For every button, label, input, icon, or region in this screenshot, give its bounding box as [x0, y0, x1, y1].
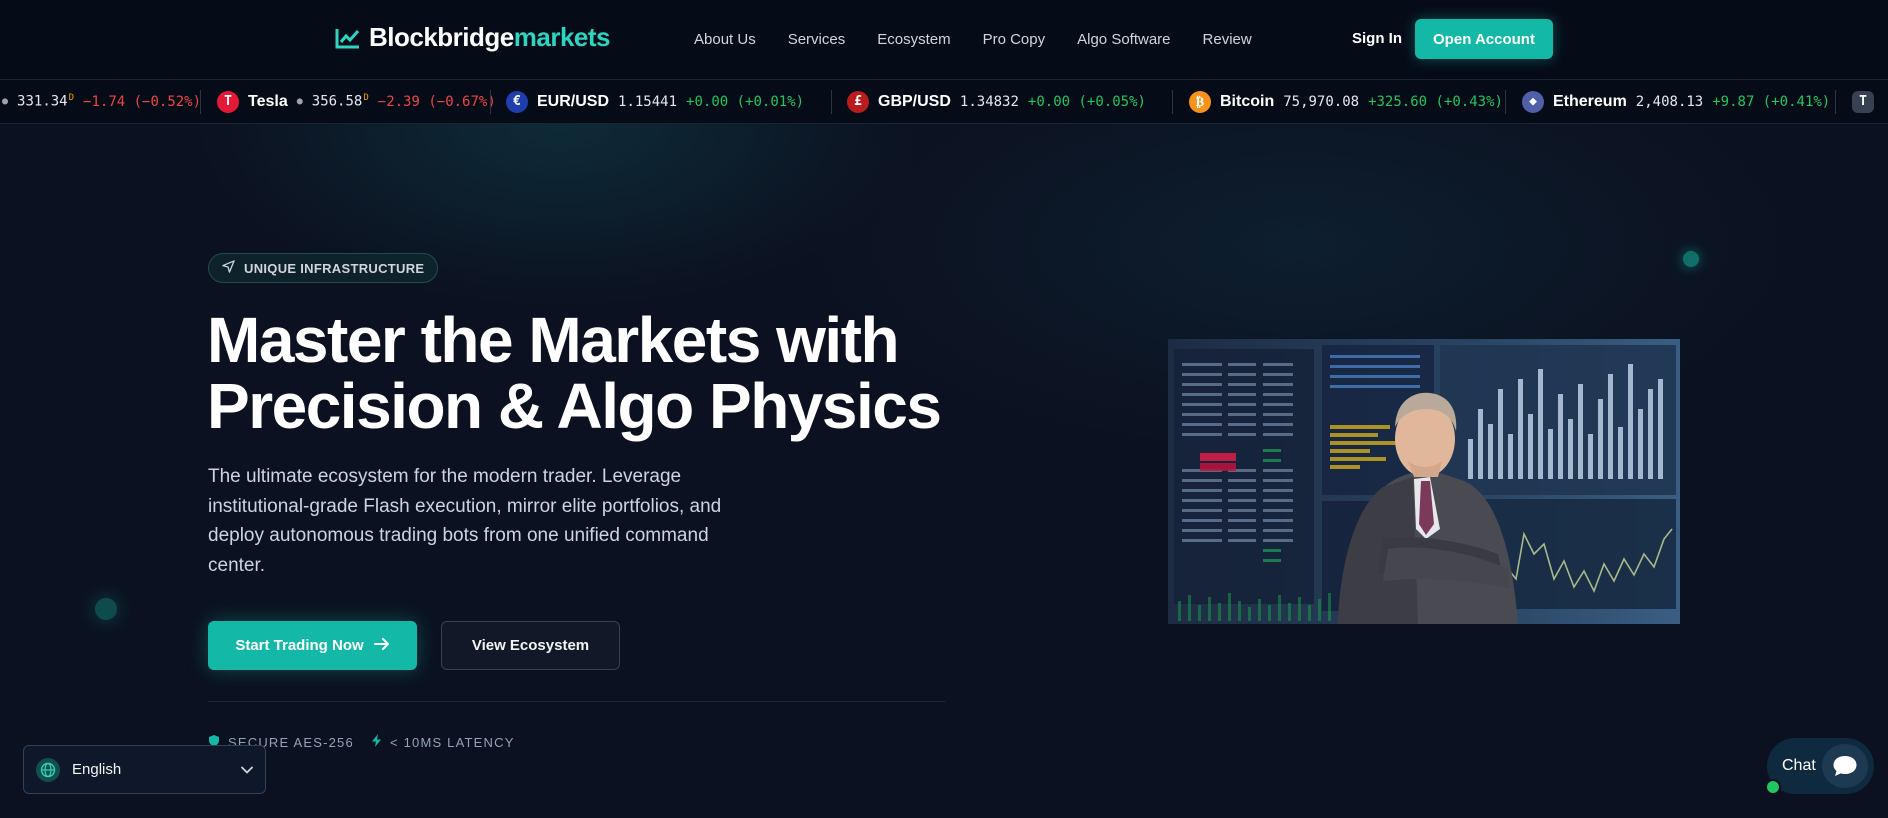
- uk-us-flag-icon: £: [847, 90, 869, 113]
- hero-divider: [208, 701, 945, 702]
- top-navbar: Blockbridgemarkets About Us Services Eco…: [0, 0, 1888, 79]
- ticker-divider: [490, 90, 491, 114]
- lightning-icon: [371, 734, 382, 750]
- chat-label: Chat: [1782, 757, 1816, 774]
- ticker-change: +0.00 (+0.05%): [1027, 93, 1146, 110]
- hero-badge: UNIQUE INFRASTRUCTURE: [208, 253, 439, 283]
- ticker-divider: [1172, 90, 1173, 114]
- brand-name-accent: markets: [513, 22, 611, 52]
- ticker-name: Tesla: [248, 92, 288, 110]
- ticker-separator-dot: ●: [296, 96, 303, 107]
- ticker-item-gbpusd[interactable]: £ GBP/USD 1.34832 +0.00 (+0.05%): [847, 80, 1146, 123]
- ticker-divider: [1835, 90, 1836, 114]
- chevron-down-icon: [241, 761, 253, 779]
- arrow-right-icon: [373, 637, 390, 655]
- nav-pro-copy[interactable]: Pro Copy: [983, 31, 1046, 48]
- tesla-icon: T: [217, 90, 239, 113]
- ticker-change: +325.60 (+0.43%): [1368, 93, 1503, 110]
- ticker-item[interactable]: ● 331.34D −1.74 (−0.52%): [2, 80, 201, 123]
- hero-badge-label: UNIQUE INFRASTRUCTURE: [244, 260, 425, 276]
- decorative-glow-dot: [95, 598, 117, 620]
- hero-subtext: The ultimate ecosystem for the modern tr…: [208, 466, 722, 576]
- hero-headline: Master the Markets with Precision & Algo…: [207, 307, 967, 439]
- brand-name-main: Blockbridge: [369, 22, 514, 52]
- online-status-dot: [1765, 779, 1781, 795]
- chat-bubble-icon: [1822, 744, 1868, 788]
- ticker-name: EUR/USD: [537, 92, 610, 110]
- ticker-change: −1.74 (−0.52%): [83, 93, 202, 110]
- decorative-glow-dot: [1683, 251, 1699, 267]
- ticker-price: 2,408.13: [1635, 93, 1704, 110]
- ticker-name: Bitcoin: [1220, 92, 1275, 110]
- ticker-name: GBP/USD: [878, 92, 951, 110]
- nav-algo-software[interactable]: Algo Software: [1077, 31, 1170, 48]
- ticker-divider: [1505, 90, 1506, 114]
- hero-headline-line2: Precision & Algo Physics: [207, 370, 942, 442]
- nav-ecosystem[interactable]: Ecosystem: [877, 31, 950, 48]
- tradingview-icon: T: [1852, 90, 1874, 113]
- market-ticker: ● 331.34D −1.74 (−0.52%) T Tesla ● 356.5…: [0, 79, 1888, 124]
- main-nav: About Us Services Ecosystem Pro Copy Alg…: [694, 0, 1252, 79]
- start-trading-label: Start Trading Now: [235, 637, 364, 654]
- ticker-change: +0.00 (+0.01%): [686, 93, 805, 110]
- chat-widget[interactable]: Chat: [1767, 738, 1874, 794]
- ticker-item-partial[interactable]: T: [1852, 80, 1874, 123]
- ticker-name: Ethereum: [1553, 92, 1627, 110]
- ticker-divider: [200, 90, 201, 114]
- sign-in-link[interactable]: Sign In: [1352, 30, 1402, 47]
- ticker-item-ethereum[interactable]: ◆ Ethereum 2,408.13 +9.87 (+0.41%): [1522, 80, 1830, 123]
- ticker-divider: [831, 90, 832, 114]
- nav-services[interactable]: Services: [788, 31, 846, 48]
- send-icon: [222, 260, 235, 276]
- view-ecosystem-button[interactable]: View Ecosystem: [441, 621, 620, 670]
- ticker-price: 1.34832: [959, 93, 1019, 110]
- hero-headline-line1: Master the Markets with: [207, 304, 900, 376]
- globe-icon: [36, 757, 60, 782]
- line-chart-icon: [335, 27, 361, 49]
- eu-us-flag-icon: €: [506, 90, 528, 113]
- ticker-price: 331.34D: [17, 93, 75, 110]
- brand-logo[interactable]: Blockbridgemarkets: [335, 22, 610, 53]
- ticker-price: 1.15441: [618, 93, 678, 110]
- start-trading-button[interactable]: Start Trading Now: [208, 621, 417, 670]
- hero-trader-image: [1168, 339, 1680, 624]
- nav-review[interactable]: Review: [1203, 31, 1252, 48]
- ticker-item-eurusd[interactable]: € EUR/USD 1.15441 +0.00 (+0.01%): [506, 80, 804, 123]
- ticker-item-tesla[interactable]: T Tesla ● 356.58D −2.39 (−0.67%): [217, 80, 496, 123]
- open-account-button[interactable]: Open Account: [1415, 19, 1553, 59]
- language-selected-label: English: [72, 761, 122, 778]
- hero-section: UNIQUE INFRASTRUCTURE Master the Markets…: [0, 124, 1888, 818]
- ethereum-icon: ◆: [1522, 90, 1544, 113]
- nav-about-us[interactable]: About Us: [694, 31, 756, 48]
- bitcoin-icon: ₿: [1189, 90, 1211, 113]
- ticker-price: 356.58D: [311, 93, 369, 110]
- ticker-change: −2.39 (−0.67%): [377, 93, 496, 110]
- ticker-price: 75,970.08: [1283, 93, 1360, 110]
- ticker-change: +9.87 (+0.41%): [1712, 93, 1831, 110]
- language-selector[interactable]: English: [23, 745, 266, 794]
- ticker-separator-dot: ●: [2, 96, 9, 107]
- feature-latency: < 10MS LATENCY: [371, 734, 515, 750]
- ticker-item-bitcoin[interactable]: ₿ Bitcoin 75,970.08 +325.60 (+0.43%): [1189, 80, 1503, 123]
